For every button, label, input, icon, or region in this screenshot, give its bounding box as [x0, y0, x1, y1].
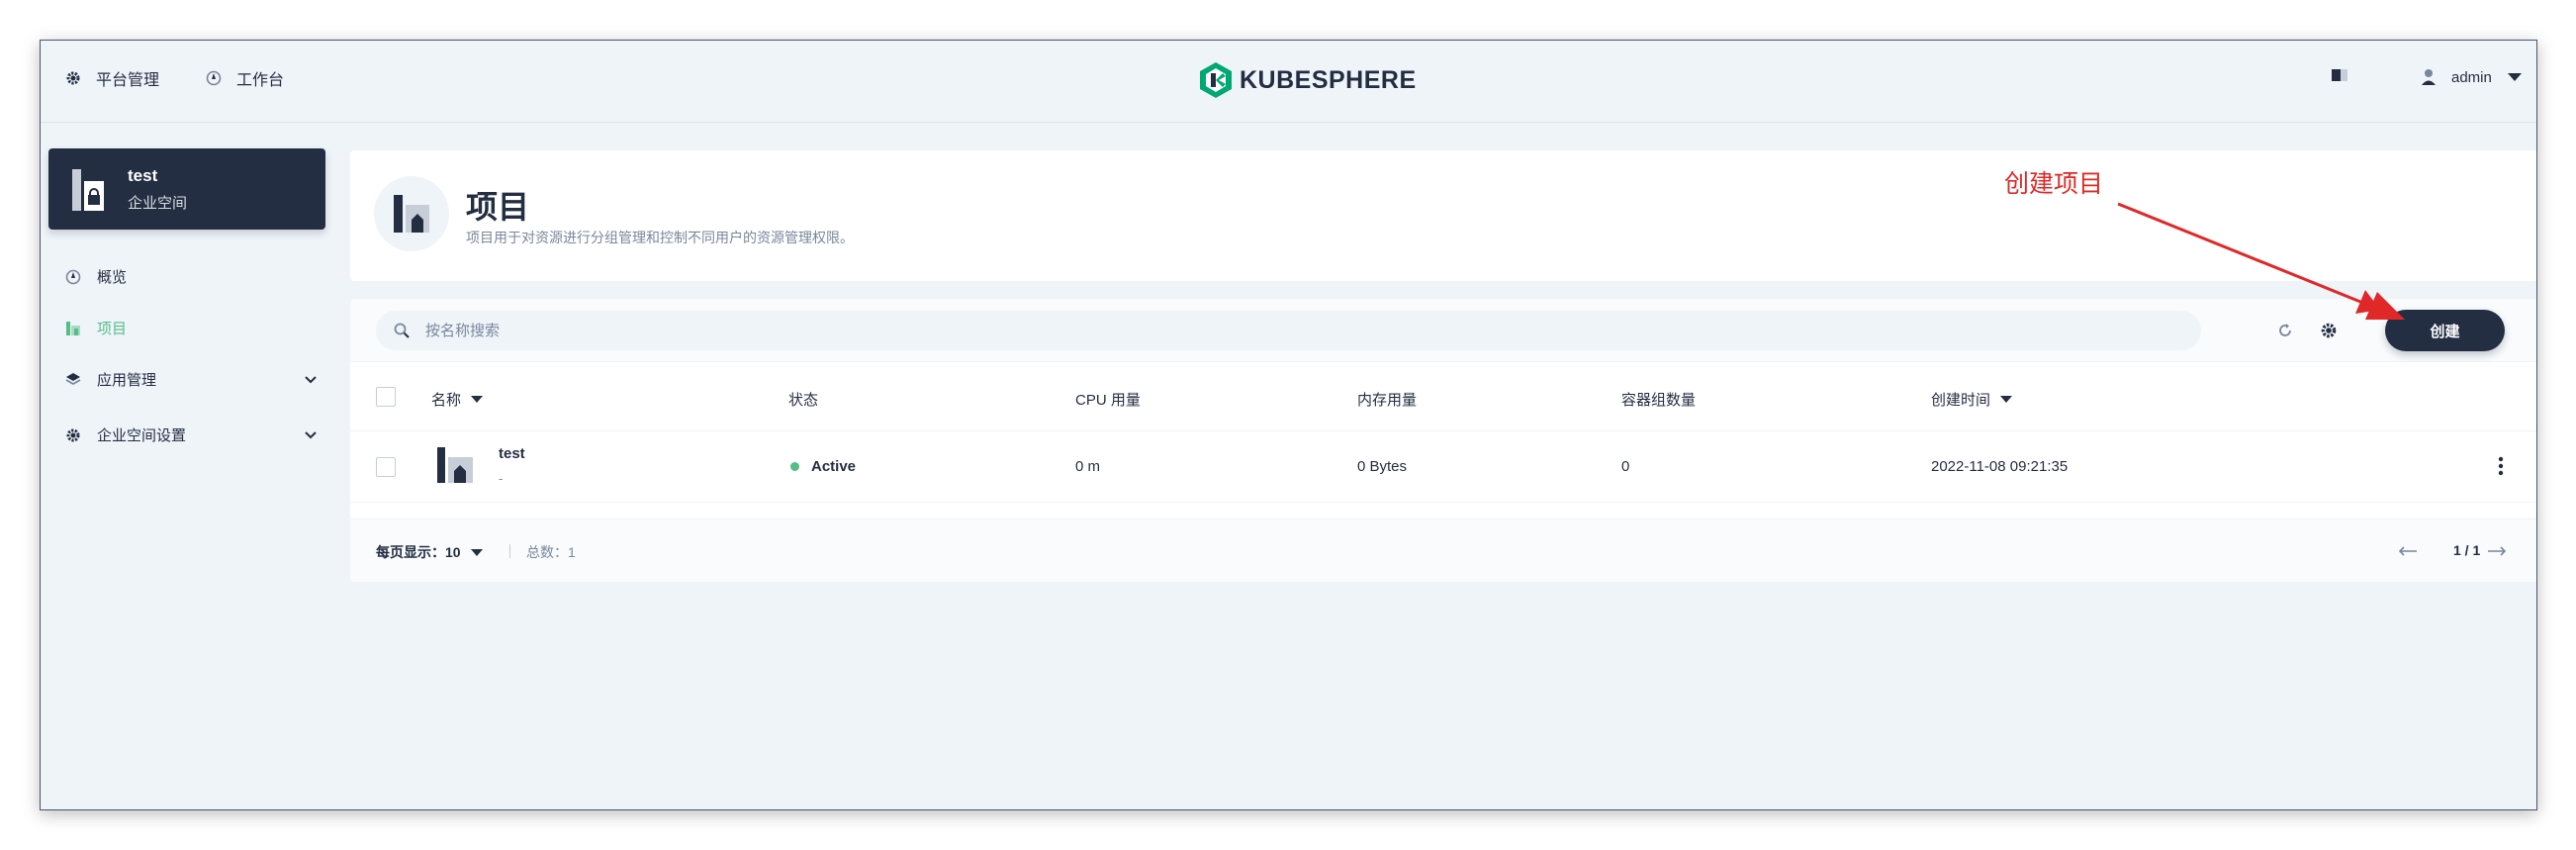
sidebar-item-label: 概览: [97, 269, 128, 286]
chevron-down-icon: [2507, 73, 2522, 81]
workspace-subtitle: 企业空间: [128, 195, 188, 212]
search-input[interactable]: [425, 322, 2107, 339]
sidebar-item-app-management[interactable]: 应用管理: [65, 369, 318, 390]
gear-icon: [65, 427, 81, 443]
project-banner-icon: [374, 176, 449, 251]
sidebar-item-projects[interactable]: 项目: [65, 318, 318, 338]
workbench-label: 工作台: [236, 72, 285, 89]
column-header-cpu: CPU 用量: [1075, 389, 1141, 410]
user-icon: [2422, 69, 2436, 85]
pagination-bar: 每页显示： 10 总数： 1 1 / 1: [350, 519, 2536, 582]
page-size-selector[interactable]: 每页显示： 10: [376, 542, 483, 562]
row-checkbox[interactable]: [376, 457, 396, 477]
kubesphere-logo[interactable]: KUBESPHERE: [1200, 62, 1417, 98]
kubesphere-logo-icon: [1200, 62, 1232, 98]
table-row[interactable]: test - Active 0 m 0 Bytes 0 2022-11-08 0…: [350, 431, 2536, 503]
sidebar-item-workspace-settings[interactable]: 企业空间设置: [65, 425, 318, 445]
status-badge: Active: [790, 458, 856, 475]
page-banner: 项目 项目用于对资源进行分组管理和控制不同用户的资源管理权限。: [350, 150, 2536, 281]
dashboard-icon: [65, 269, 81, 285]
column-header-name[interactable]: 名称: [431, 389, 484, 410]
layers-icon: [65, 372, 81, 388]
workspace-name: test: [128, 166, 158, 185]
pod-count: 0: [1621, 458, 1630, 475]
page-title: 项目: [466, 189, 530, 225]
column-header-label: 状态: [788, 392, 819, 409]
gear-icon: [64, 69, 82, 87]
column-header-label: CPU 用量: [1075, 392, 1141, 409]
project-icon: [65, 321, 81, 336]
workbench-link[interactable]: 工作台: [205, 66, 284, 90]
sidebar-item-label: 项目: [97, 321, 128, 337]
column-header-label: 创建时间: [1931, 392, 1991, 409]
refresh-button[interactable]: [2271, 317, 2299, 344]
arrow-left-icon[interactable]: [2398, 545, 2418, 557]
select-all-checkbox[interactable]: [376, 387, 396, 407]
page-size-label: 每页显示：: [376, 544, 445, 560]
table-settings-button[interactable]: [2315, 317, 2343, 344]
column-header-label: 容器组数量: [1621, 392, 1697, 409]
sort-caret-icon: [471, 396, 484, 403]
search-box[interactable]: [376, 311, 2201, 350]
sidebar-item-label: 应用管理: [97, 372, 157, 389]
projects-table-panel: 创建 名称 状态 CPU 用量 内存用量 容器组数量 创建时间 test -: [350, 299, 2536, 582]
table-toolbar: 创建: [350, 299, 2536, 362]
chevron-down-icon: [305, 375, 317, 383]
platform-management-link[interactable]: 平台管理: [64, 66, 159, 90]
column-header-memory: 内存用量: [1357, 389, 1417, 410]
user-menu[interactable]: admin: [2422, 68, 2522, 86]
refresh-icon: [2279, 324, 2291, 336]
column-header-created[interactable]: 创建时间: [1931, 389, 2013, 410]
chevron-down-icon: [305, 430, 317, 438]
dashboard-icon: [205, 69, 223, 87]
user-name: admin: [2451, 68, 2492, 86]
chevron-down-icon: [470, 548, 483, 556]
workspace-icon: [72, 169, 104, 211]
create-project-button[interactable]: 创建: [2385, 310, 2505, 351]
top-navigation-bar: 平台管理 工作台 KUBESPHERE admin: [41, 41, 2536, 123]
layout-toggle-button[interactable]: [2332, 68, 2347, 82]
page-size-value: 10: [445, 544, 461, 560]
memory-usage: 0 Bytes: [1357, 458, 1408, 475]
total-value: 1: [568, 544, 576, 560]
cpu-usage: 0 m: [1075, 458, 1101, 475]
annotation-label: 创建项目: [2004, 170, 2104, 198]
column-header-pods: 容器组数量: [1621, 389, 1696, 410]
page-description: 项目用于对资源进行分组管理和控制不同用户的资源管理权限。: [466, 230, 854, 245]
status-label: Active: [811, 458, 857, 475]
gear-icon: [2321, 323, 2337, 338]
logo-text: KUBESPHERE: [1240, 65, 1417, 94]
more-actions-icon[interactable]: [2497, 455, 2505, 477]
workspace-card[interactable]: test 企业空间: [48, 148, 325, 230]
table-header: 名称 状态 CPU 用量 内存用量 容器组数量 创建时间: [350, 362, 2536, 431]
total-count: 总数： 1: [526, 542, 576, 562]
divider: [509, 544, 510, 558]
page-indicator: 1 / 1: [2453, 542, 2481, 558]
project-icon: [437, 447, 473, 483]
project-description: -: [499, 471, 504, 486]
sidebar-toggle-icon: [2332, 69, 2347, 81]
status-dot-icon: [790, 462, 799, 471]
sort-caret-icon: [2000, 396, 2013, 403]
created-time: 2022-11-08 09:21:35: [1931, 458, 2069, 475]
column-header-status: 状态: [788, 389, 818, 410]
app-window: 平台管理 工作台 KUBESPHERE admin test 企业空间 概览 项…: [40, 40, 2537, 810]
platform-management-label: 平台管理: [96, 72, 160, 89]
project-name-link[interactable]: test: [499, 445, 525, 462]
total-label: 总数：: [526, 544, 568, 560]
sidebar-item-overview[interactable]: 概览: [65, 266, 318, 287]
search-icon: [394, 323, 410, 338]
sidebar-item-label: 企业空间设置: [97, 427, 187, 444]
column-header-label: 内存用量: [1357, 392, 1418, 409]
column-header-label: 名称: [431, 392, 462, 409]
arrow-right-icon[interactable]: [2487, 545, 2507, 557]
